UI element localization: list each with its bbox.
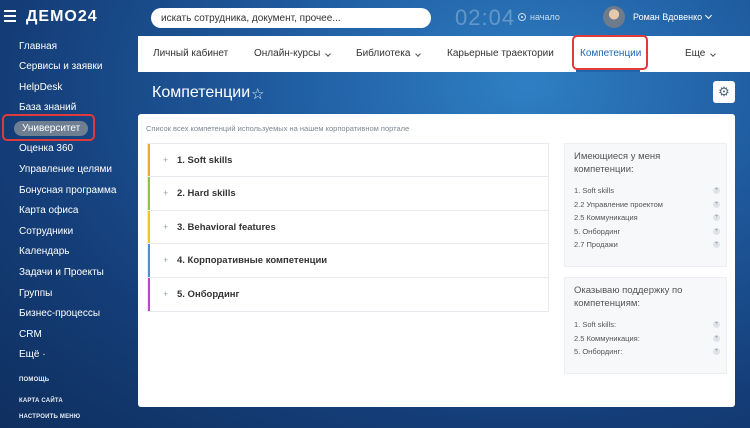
competency-row-hard-skills[interactable]: +2. Hard skills	[148, 177, 548, 211]
tab-label: Личный кабинет	[153, 48, 229, 59]
tab-career-paths[interactable]: Карьерные траектории	[447, 36, 554, 72]
top-header: ДЕМО24 02:04 начало Роман Вдовенко	[0, 0, 750, 36]
user-name: Роман Вдовенко	[633, 12, 703, 22]
competency-row-behavioral[interactable]: +3. Behavioral features	[148, 210, 548, 245]
info-icon[interactable]: +	[713, 348, 720, 356]
tab-label: Еще	[685, 48, 706, 59]
expand-icon[interactable]: +	[163, 244, 177, 277]
user-menu[interactable]: Роман Вдовенко	[633, 11, 713, 22]
highlight-frame	[572, 35, 648, 70]
chevron-down-icon	[415, 51, 422, 57]
workday-status-label: начало	[530, 12, 560, 22]
color-bar	[148, 177, 150, 210]
competency-label: 1. Soft skills	[177, 155, 233, 166]
my-competencies-box: Имеющиеся у меня компетенции: 1. Soft sk…	[564, 143, 727, 267]
settings-button[interactable]: ⚙	[713, 81, 735, 103]
info-icon[interactable]: +	[713, 187, 720, 194]
sidebar-item-calendar[interactable]: Календарь	[0, 242, 135, 263]
competency-label: 4. Корпоративные компетенции	[177, 255, 328, 267]
expand-icon[interactable]: +	[163, 144, 177, 177]
page-description: Список всех компетенций используемых на …	[146, 124, 410, 133]
chevron-down-icon	[705, 11, 713, 20]
info-icon[interactable]: +	[713, 214, 720, 222]
tab-label: Библиотека	[356, 48, 411, 59]
sidebar-item-goals[interactable]: Управление целями	[0, 160, 135, 181]
list-item[interactable]: 2.5 Коммуникация +	[574, 211, 720, 225]
sidebar-item-helpdesk[interactable]: HelpDesk	[0, 78, 135, 99]
sidebar-item-more[interactable]: Ещё ·	[0, 345, 135, 366]
support-competencies-title: Оказываю поддержку по компетенциям:	[574, 285, 683, 309]
logo[interactable]: ДЕМО24	[26, 8, 98, 26]
competency-label: 2. Hard skills	[177, 188, 236, 200]
expand-icon[interactable]: +	[163, 278, 177, 311]
menu-icon[interactable]	[4, 10, 16, 24]
sidebar-item-groups[interactable]: Группы	[0, 284, 135, 305]
competency-row-corporate[interactable]: +4. Корпоративные компетенции	[148, 244, 548, 278]
sidebar-sitemap-link[interactable]: КАРТА САЙТА	[0, 398, 135, 414]
sidebar-item-bizproc[interactable]: Бизнес-процессы	[0, 304, 135, 325]
info-icon[interactable]: +	[713, 227, 720, 235]
sidebar-help-link[interactable]: ПОМОЩЬ	[0, 377, 135, 398]
expand-icon[interactable]: +	[163, 211, 177, 244]
color-bar	[148, 244, 150, 277]
sidebar-customize-link[interactable]: НАСТРОИТЬ МЕНЮ	[0, 414, 135, 420]
sidebar-item-office-map[interactable]: Карта офиса	[0, 201, 135, 222]
tab-online-courses[interactable]: Онлайн-курсы	[254, 36, 332, 72]
sidebar-item-tasks[interactable]: Задачи и Проекты	[0, 263, 135, 284]
competency-label: 3. Behavioral features	[177, 221, 276, 233]
tab-more[interactable]: Еще	[685, 36, 717, 72]
info-icon[interactable]: +	[713, 241, 720, 249]
list-item[interactable]: 2.2 Управление проектом +	[574, 198, 720, 212]
competency-list: +1. Soft skills +2. Hard skills +3. Beha…	[147, 143, 549, 312]
list-item[interactable]: 5. Онбординг +	[574, 225, 720, 239]
tab-library[interactable]: Библиотека	[356, 36, 422, 72]
list-item[interactable]: 2.7 Продажи +	[574, 238, 720, 252]
list-item[interactable]: 5. Онбординг: +	[574, 345, 720, 359]
list-item[interactable]: 1. Soft skills: +	[574, 318, 720, 332]
info-icon[interactable]: +	[713, 334, 720, 342]
sidebar-item-bonus[interactable]: Бонусная программа	[0, 181, 135, 202]
sidebar-item-crm[interactable]: CRM	[0, 325, 135, 346]
chevron-down-icon	[710, 51, 717, 57]
list-item[interactable]: 1. Soft skills +	[574, 184, 720, 198]
search-input[interactable]	[151, 8, 431, 28]
chevron-down-icon	[325, 51, 332, 57]
my-competencies-title: Имеющиеся у меня компетенции:	[574, 151, 661, 175]
competency-row-soft-skills[interactable]: +1. Soft skills	[148, 144, 548, 178]
sidebar-item-employees[interactable]: Сотрудники	[0, 222, 135, 243]
tab-label: Онлайн-курсы	[254, 48, 321, 59]
sidebar-item-home[interactable]: Главная	[0, 37, 135, 58]
gear-icon: ⚙	[718, 84, 730, 99]
sidebar-item-360[interactable]: Оценка 360	[0, 139, 135, 160]
expand-icon[interactable]: +	[163, 177, 177, 210]
avatar[interactable]	[603, 6, 625, 28]
tab-label: Карьерные траектории	[447, 48, 554, 59]
radio-icon	[518, 13, 526, 21]
color-bar	[148, 144, 150, 177]
tab-personal-cabinet[interactable]: Личный кабинет	[153, 36, 228, 72]
sidebar: Главная Сервисы и заявки HelpDesk База з…	[0, 36, 135, 420]
info-icon[interactable]: +	[713, 321, 720, 328]
competency-label: 5. Онбординг	[177, 288, 240, 300]
top-menu: Личный кабинет Онлайн-курсы Библиотека К…	[138, 36, 750, 72]
color-bar	[148, 277, 150, 311]
clock: 02:04	[455, 5, 516, 30]
workday-status[interactable]: начало	[518, 12, 560, 22]
highlight-frame	[2, 114, 95, 141]
sidebar-item-services[interactable]: Сервисы и заявки	[0, 57, 135, 78]
star-icon[interactable]: ☆	[251, 85, 264, 103]
list-item[interactable]: 2.5 Коммуникация: +	[574, 332, 720, 346]
support-competencies-box: Оказываю поддержку по компетенциям: 1. S…	[564, 277, 727, 374]
color-bar	[148, 210, 150, 244]
content-panel: Список всех компетенций используемых на …	[138, 114, 735, 407]
competency-row-onboarding[interactable]: +5. Онбординг	[148, 277, 548, 311]
info-icon[interactable]: +	[713, 200, 720, 208]
page-title: Компетенции	[152, 84, 251, 101]
